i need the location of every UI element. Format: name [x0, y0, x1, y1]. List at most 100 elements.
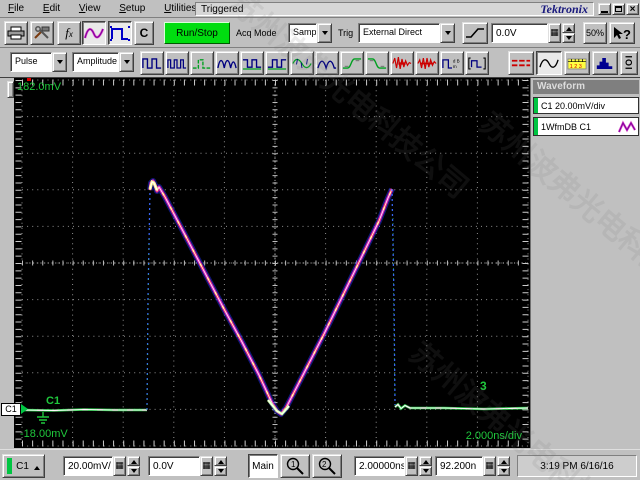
menu-setup[interactable]: Setup [111, 0, 153, 16]
graticule-display: 182.0mV -18.00mV 2.000ns/div 3 C1 [14, 78, 530, 448]
single-pulse-icon [192, 58, 212, 69]
measure-type-select[interactable]: Amplitude [72, 52, 134, 72]
measure-123-icon: 1 2 3 [567, 58, 587, 70]
minimize-button[interactable] [598, 3, 611, 15]
pulse-mode-button[interactable] [108, 21, 132, 45]
utility-tools-button[interactable] [30, 21, 54, 45]
meas-single-pulse-button[interactable] [190, 51, 214, 75]
trig-level-spinner [562, 23, 575, 43]
acq-mode-value: Sample [288, 23, 317, 43]
spin-up-button[interactable] [214, 456, 227, 466]
meas-high-button[interactable] [240, 51, 264, 75]
trig-level-field[interactable]: 0.0V [491, 23, 548, 43]
acq-mode-dropdown-button[interactable] [317, 23, 332, 43]
left-margin-strip [0, 78, 14, 448]
mag2-zoom-button[interactable]: 2 [312, 454, 342, 478]
horizontal-scale-field[interactable]: 2.00000ns [354, 456, 405, 476]
datetime-text: 3:19 PM 6/16/16 [540, 460, 614, 472]
meas-rise-time-button[interactable] [340, 51, 364, 75]
meas-gated-button[interactable] [465, 51, 489, 75]
vertical-offset-keypad-button[interactable]: ▦ [200, 456, 213, 476]
printer-icon [7, 26, 25, 40]
meas-low-button[interactable] [265, 51, 289, 75]
meas-dbm-button[interactable]: d Bm [440, 51, 464, 75]
menu-view[interactable]: View [71, 0, 109, 16]
mag1-zoom-button[interactable]: 1 [280, 454, 310, 478]
spin-down-button[interactable] [127, 466, 140, 476]
main-label: Main [252, 460, 274, 472]
waveform-plot [15, 78, 529, 447]
vertical-scale-field[interactable]: 20.00mV/ [63, 456, 113, 476]
trig-level-value: 0.0V [496, 28, 517, 39]
spin-down-button[interactable] [562, 33, 575, 43]
meas-amplitude-button[interactable] [315, 51, 339, 75]
waveform-display-button[interactable] [82, 21, 106, 45]
channel-position-badge[interactable]: C1 [1, 403, 21, 416]
main-timebase-button[interactable]: Main [248, 454, 278, 478]
cursors-button[interactable] [508, 51, 534, 75]
arrow-up-icon [33, 463, 40, 470]
measure-class-dropdown-button[interactable] [52, 52, 67, 72]
measure-readout-button[interactable]: 1 2 3 [564, 51, 590, 75]
arrow-down-icon [422, 468, 429, 476]
meas-noise-button[interactable] [290, 51, 314, 75]
bottom-voltage-label: -18.00mV [20, 428, 68, 440]
menu-edit[interactable]: Edit [35, 0, 68, 16]
math-fx-button[interactable]: fx [57, 21, 81, 45]
vertical-scale-keypad-button[interactable]: ▦ [113, 456, 126, 476]
cursor-dashes-icon [511, 59, 531, 66]
measure-class-value: Pulse [10, 52, 52, 72]
run-stop-button[interactable]: Run/Stop [164, 22, 230, 44]
trig-level-keypad-button[interactable]: ▦ [548, 23, 561, 43]
arrow-down-icon [500, 468, 507, 476]
pulse-icon [110, 25, 130, 41]
acq-mode-select[interactable]: Sample [288, 23, 332, 43]
histogram-button[interactable] [592, 51, 618, 75]
tektronix-logo: Tektronix [540, 1, 588, 16]
close-button[interactable]: × [626, 3, 639, 15]
spin-down-button[interactable] [497, 466, 510, 476]
rising-edge-icon [466, 28, 484, 38]
trig-source-select[interactable]: External Direct [358, 23, 455, 43]
eye-mask-button[interactable]: IOI [620, 51, 638, 75]
restore-button[interactable] [612, 3, 625, 15]
wfmdb-row[interactable]: 1WfmDB C1 [533, 117, 639, 136]
spin-up-button[interactable] [419, 456, 432, 466]
keypad-icon: ▦ [407, 461, 416, 471]
vertical-position-tab[interactable] [7, 81, 14, 98]
measure-class-select[interactable]: Pulse [10, 52, 67, 72]
spin-up-button[interactable] [562, 23, 575, 33]
waveform-scale-text: C1 20.00mV/div [541, 100, 606, 111]
clock-display: 3:19 PM 6/16/16 [517, 455, 637, 477]
context-help-button[interactable]: ? [609, 22, 635, 44]
vertical-offset-value: 0.0V [153, 461, 174, 472]
spin-down-button[interactable] [214, 466, 227, 476]
spin-up-button[interactable] [497, 456, 510, 466]
trig-slope-button[interactable] [462, 22, 488, 44]
spin-up-button[interactable] [127, 456, 140, 466]
waveform-view-button[interactable] [536, 51, 562, 75]
horizontal-scale-keypad-button[interactable]: ▦ [405, 456, 418, 476]
meas-jitter-button[interactable] [390, 51, 414, 75]
meas-period-button[interactable] [215, 51, 239, 75]
meas-neg-width-button[interactable] [165, 51, 189, 75]
menu-file[interactable]: File [0, 0, 32, 16]
meas-eye-noise-button[interactable] [415, 51, 439, 75]
trigger-position-field[interactable]: 92.200n [435, 456, 483, 476]
bottom-control-bar: C1 20.00mV/ ▦ 0.0V ▦ Main 1 2 2.00000ns … [0, 449, 640, 480]
print-button[interactable] [4, 21, 28, 45]
waveform-scale-row[interactable]: C1 20.00mV/div [533, 97, 639, 114]
trig-source-dropdown-button[interactable] [440, 23, 455, 43]
measure-type-value: Amplitude [72, 52, 119, 72]
trigger-position-keypad-button[interactable]: ▦ [483, 456, 496, 476]
vertical-offset-field[interactable]: 0.0V [148, 456, 200, 476]
measure-type-dropdown-button[interactable] [119, 52, 134, 72]
meas-fall-time-button[interactable] [365, 51, 389, 75]
meas-pos-width-button[interactable] [140, 51, 164, 75]
arrow-down-icon [217, 468, 224, 476]
set-level-50-button[interactable]: 50% [583, 22, 607, 44]
spin-down-button[interactable] [419, 466, 432, 476]
arrow-up-icon [422, 457, 429, 464]
c-button[interactable]: C [134, 21, 154, 45]
channel-select-button[interactable]: C1 [2, 454, 45, 478]
